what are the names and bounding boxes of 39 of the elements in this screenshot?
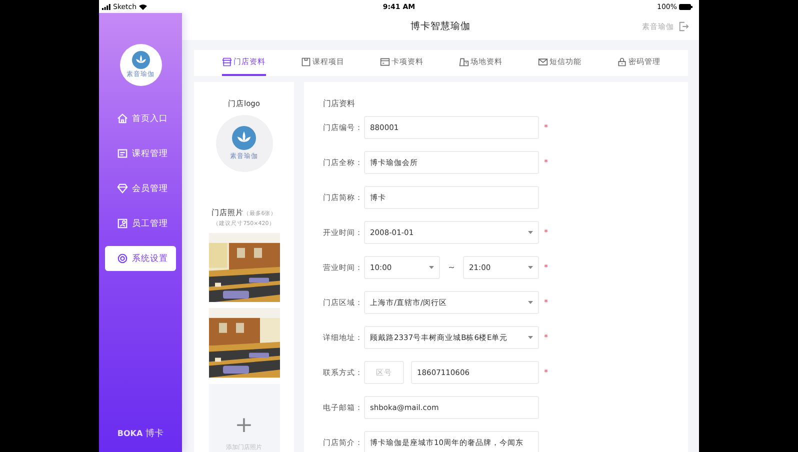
mail-icon [538,57,548,67]
caret-icon [528,266,533,269]
lotus-logo-icon [232,126,256,150]
caret-icon [528,336,533,339]
nav-item[interactable]: 会员管理 [105,176,176,201]
settings-icon [117,253,128,264]
house-icon [117,113,128,124]
required-mark: * [544,298,548,307]
required-mark: * [544,158,548,167]
diamond-icon [117,183,128,194]
nav-item[interactable]: 首页入口 [105,106,176,131]
logout-icon[interactable] [678,21,689,32]
brand-name: 博卡 [146,428,164,440]
wifi-icon [138,4,147,10]
calendar-icon [300,57,310,67]
required-mark: * [544,228,548,237]
id-card-icon [117,218,128,229]
section-title: 门店资料 [323,98,356,109]
store-icon [222,57,232,67]
notebook-icon [117,148,128,159]
nav-item[interactable]: 员工管理 [105,211,176,236]
required-mark: * [544,263,548,272]
range-separator: ~ [447,263,456,272]
lotus-logo-icon [132,51,150,69]
signal-icon [102,4,111,10]
caret-icon [528,231,533,234]
required-mark: * [544,333,548,342]
building-icon [458,57,468,67]
app-title: 博卡智慧瑜伽 [410,20,470,33]
card-icon [380,57,390,67]
caret-icon [429,266,434,269]
required-mark: * [544,123,548,132]
battery-icon [679,4,693,10]
nav-item[interactable]: 课程管理 [105,141,176,166]
nav-item[interactable]: 系统设置 [105,246,176,271]
caret-icon [528,301,533,304]
lock-icon [616,57,626,67]
brand-wordmark: BOKA [117,429,143,438]
required-mark: * [544,368,548,377]
